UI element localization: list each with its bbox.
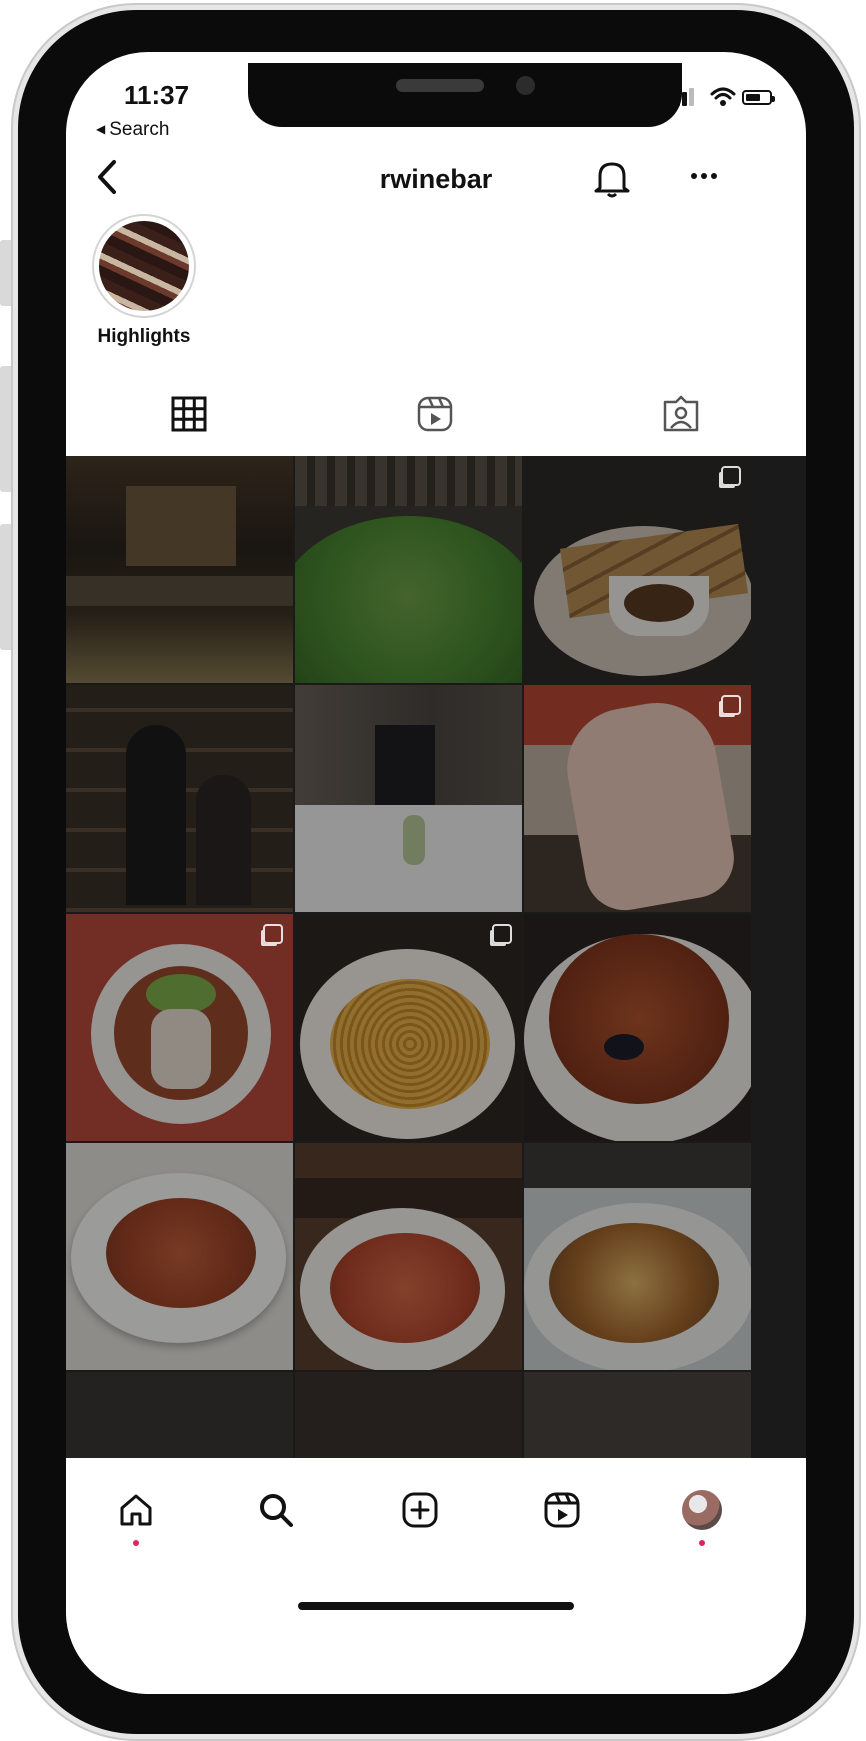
reels-icon [544,1492,580,1528]
nav-profile[interactable] [672,1480,732,1546]
back-app-label: Search [109,119,170,140]
multi-post-icon [263,924,283,944]
grid-post[interactable] [295,914,522,1141]
highlight-wine-rack-image [99,221,189,311]
mute-switch [0,240,14,306]
grid-post[interactable] [66,1372,293,1458]
highlight-ring [92,214,196,318]
multi-post-icon [492,924,512,944]
status-icons [668,86,778,110]
search-icon [260,1494,293,1527]
grid-post[interactable] [66,456,293,683]
nav-add-post[interactable] [390,1480,450,1540]
bottom-navigation [66,1458,806,1694]
profile-avatar [682,1490,722,1530]
phone-frame: 11:37 ◀ Search rwinebar Highlights [18,10,854,1734]
back-to-app-link[interactable]: ◀ Search [96,119,169,141]
multi-post-icon [721,695,741,715]
add-post-icon [402,1492,438,1528]
posts-grid [66,456,806,1458]
more-icon[interactable] [684,168,724,184]
grid-post[interactable] [524,914,751,1141]
reels-icon [417,396,453,432]
nav-home[interactable] [106,1480,166,1546]
grid-post[interactable] [524,456,751,683]
grid-post[interactable] [295,1372,522,1458]
nav-search[interactable] [246,1480,306,1540]
grid-post[interactable] [66,1143,293,1370]
profile-tabs [66,372,806,458]
grid-post[interactable] [524,1372,751,1458]
home-indicator[interactable] [298,1602,574,1610]
back-triangle-icon: ◀ [96,122,106,136]
home-icon [120,1494,152,1526]
grid-post[interactable] [295,1143,522,1370]
tab-posts-grid[interactable] [66,372,312,458]
tab-tagged[interactable] [558,372,804,456]
highlight-label: Highlights [97,326,191,347]
volume-down-button [0,524,14,650]
notification-dot [133,1540,139,1546]
grid-post[interactable] [524,685,751,912]
nav-reels[interactable] [532,1480,592,1540]
bell-icon[interactable] [592,156,632,200]
notification-dot [699,1540,705,1546]
grid-post[interactable] [295,456,522,683]
front-camera [516,76,535,95]
grid-post[interactable] [66,914,293,1141]
grid-post[interactable] [66,685,293,912]
story-highlight[interactable]: Highlights [88,214,200,348]
speaker [396,79,484,92]
grid-icon [171,396,207,432]
tagged-icon [663,395,699,432]
screen: 11:37 ◀ Search rwinebar Highlights [66,52,806,1694]
notch [248,63,682,127]
multi-post-icon [721,466,741,486]
grid-post[interactable] [524,1143,751,1370]
wifi-icon [710,87,736,106]
grid-post[interactable] [295,685,522,912]
tab-reels[interactable] [312,372,558,456]
battery-icon [742,90,775,105]
status-time: 11:37 [124,80,190,110]
volume-up-button [0,366,14,492]
